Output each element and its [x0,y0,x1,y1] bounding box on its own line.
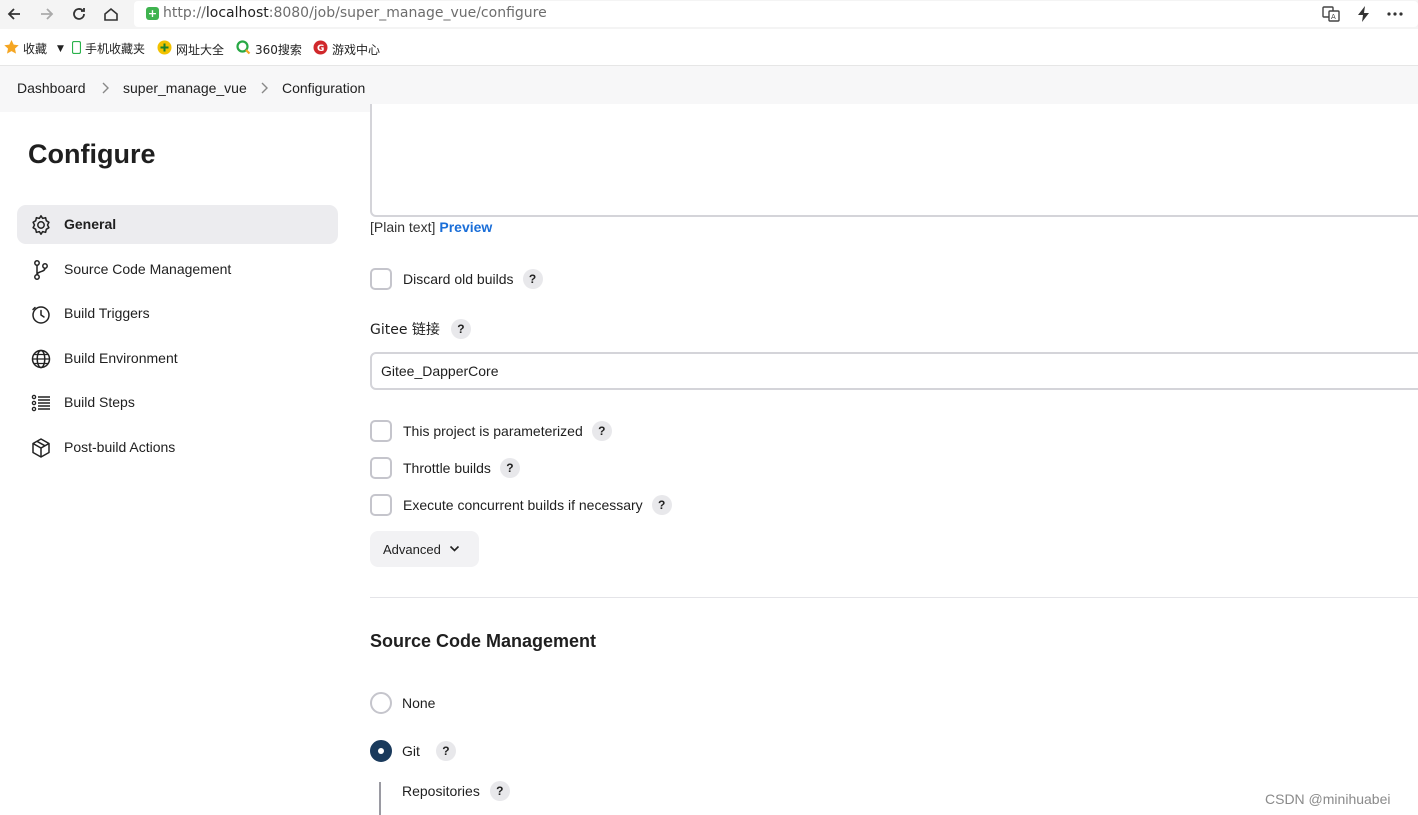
sidebar-item-label: Build Environment [64,350,178,366]
gitee-label-text: Gitee 链接 [370,322,440,338]
discard-old-builds-checkbox[interactable] [370,268,392,290]
concurrent-builds-label[interactable]: Execute concurrent builds if necessary [403,497,643,513]
sidebar-item-label: Source Code Management [64,261,232,277]
chevron-right-icon [261,82,268,94]
address-bar[interactable]: + http://localhost:8080/job/super_manage… [134,1,1418,27]
parameterized-option: This project is parameterized ? [370,420,612,442]
url-text[interactable]: http://localhost:8080/job/super_manage_v… [163,5,547,21]
section-divider [370,597,1418,598]
gear-icon [32,215,50,235]
breadcrumb-configuration[interactable]: Configuration [282,80,365,96]
caret-down-icon[interactable]: ▼ [57,44,64,54]
sidebar-item-build-environment[interactable]: Build Environment [17,339,338,378]
sidebar-item-label: Post-build Actions [64,439,176,455]
repositories-label: Repositories [402,783,480,799]
sidebar-item-general[interactable]: General [17,205,338,244]
advanced-label: Advanced [383,541,441,557]
globe-icon [31,349,51,369]
scm-none-label[interactable]: None [402,695,435,711]
bookmark-360-search[interactable]: 360搜索 [236,40,302,58]
parameterized-label[interactable]: This project is parameterized [403,423,583,439]
help-icon[interactable]: ? [489,781,510,801]
help-icon[interactable]: ? [435,741,456,761]
globe-add-icon [157,40,172,58]
bookmark-games[interactable]: G 游戏中心 [313,40,380,58]
concurrent-builds-option: Execute concurrent builds if necessary ? [370,494,672,516]
svg-text:G: G [317,44,324,54]
sidebar-item-build-triggers[interactable]: Build Triggers [17,294,338,333]
reload-icon[interactable] [69,4,89,24]
sidebar-item-build-steps[interactable]: Build Steps [17,383,338,422]
secure-site-icon: + [146,7,159,20]
throttle-builds-checkbox[interactable] [370,457,392,479]
page-title: Configure [28,139,156,169]
gitee-connection-select[interactable]: Gitee_DapperCore [370,352,1418,390]
throttle-builds-option: Throttle builds ? [370,457,520,479]
repositories-indent-bar [379,782,381,815]
description-format-hint: [Plain text] Preview [370,219,492,235]
scm-git-label[interactable]: Git [402,743,420,759]
help-icon[interactable]: ? [522,269,543,289]
plain-text-label: [Plain text] [370,219,436,235]
bookmarks-bar: 收藏 ▼ 手机收藏夹 网址大全 360搜索 G 游戏中心 [0,29,1418,66]
chevron-right-icon [102,82,109,94]
back-arrow-icon[interactable] [4,4,24,24]
lightning-icon[interactable] [1354,4,1374,24]
bookmark-sites[interactable]: 网址大全 [157,40,224,58]
scm-option-git: Git ? [370,740,456,762]
concurrent-builds-checkbox[interactable] [370,494,392,516]
svg-text:A: A [1331,13,1336,21]
scm-section-title: Source Code Management [370,631,597,651]
game-icon: G [313,40,328,58]
sidebar-item-source-code-management[interactable]: Source Code Management [17,250,338,289]
watermark: CSDN @minihuabei [1265,791,1391,807]
translate-icon[interactable]: A [1321,4,1341,24]
scm-git-radio[interactable] [370,740,392,762]
phone-icon [71,40,82,57]
parameterized-checkbox[interactable] [370,420,392,442]
breadcrumb-job[interactable]: super_manage_vue [123,80,247,96]
git-branch-icon [34,260,48,280]
bookmark-mobile[interactable]: 手机收藏夹 [71,40,145,57]
scm-option-none: None [370,692,435,714]
browser-toolbar: + http://localhost:8080/job/super_manage… [0,0,1418,29]
advanced-button[interactable]: Advanced [370,531,479,567]
help-icon[interactable]: ? [651,495,672,515]
bookmark-favorites[interactable]: 收藏 ▼ [4,40,64,57]
throttle-builds-label[interactable]: Throttle builds [403,460,491,476]
list-icon [31,394,50,412]
discard-old-builds-label[interactable]: Discard old builds [403,271,514,287]
timer-icon [32,306,50,324]
sidebar-item-post-build-actions[interactable]: Post-build Actions [17,428,338,467]
sidebar-item-label: Build Steps [64,394,135,410]
more-menu-icon[interactable] [1385,4,1405,24]
help-icon[interactable]: ? [450,319,471,339]
sidebar-item-label: General [64,216,117,232]
package-icon [32,438,50,458]
home-icon[interactable] [101,4,121,24]
sidebar-item-label: Build Triggers [64,305,150,321]
repositories-heading: Repositories ? [402,781,510,801]
scm-none-radio[interactable] [370,692,392,714]
discard-old-builds-option: Discard old builds ? [370,268,543,290]
preview-link[interactable]: Preview [439,219,492,235]
chevron-down-icon [449,545,459,552]
forward-arrow-icon[interactable] [37,4,57,24]
description-textarea[interactable] [370,104,1418,217]
star-icon [4,40,19,57]
help-icon[interactable]: ? [591,421,612,441]
search-360-icon [236,40,251,58]
help-icon[interactable]: ? [499,458,520,478]
breadcrumb-dashboard[interactable]: Dashboard [17,80,86,96]
gitee-connection-label: Gitee 链接 ? [370,319,471,339]
